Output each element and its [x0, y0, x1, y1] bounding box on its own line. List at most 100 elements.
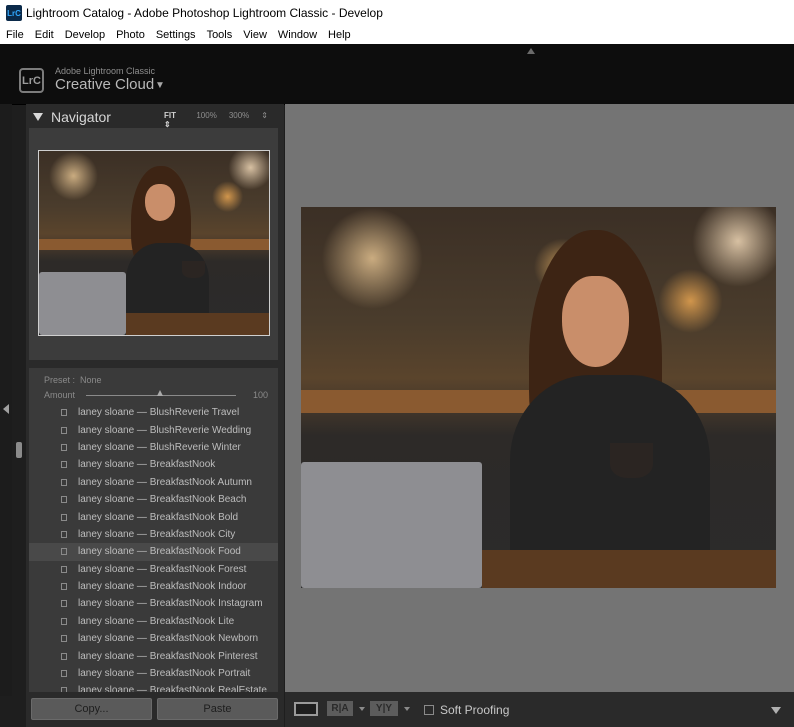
menu-photo[interactable]: Photo	[110, 29, 150, 41]
navigator-photo	[39, 151, 269, 335]
preset-item[interactable]: laney sloane — BreakfastNook Portrait	[29, 665, 278, 682]
lrc-logo: LrC	[19, 68, 44, 93]
toolbar-options-icon[interactable]	[771, 707, 781, 714]
preset-icon	[61, 530, 67, 538]
preset-list: laney sloane — BlushReverie Travel laney …	[29, 404, 278, 692]
menu-edit[interactable]: Edit	[29, 29, 59, 41]
preset-item[interactable]: laney sloane — BreakfastNook Autumn	[29, 474, 278, 491]
preset-icon	[61, 635, 67, 643]
menu-develop[interactable]: Develop	[59, 29, 110, 41]
paste-button[interactable]: Paste	[157, 698, 278, 720]
preset-item-label: laney sloane — BreakfastNook Forest	[78, 563, 247, 575]
copy-button[interactable]: Copy...	[31, 698, 152, 720]
menu-tools[interactable]: Tools	[201, 29, 238, 41]
preset-icon	[61, 687, 67, 692]
preset-item[interactable]: laney sloane — BreakfastNook Forest	[29, 561, 278, 578]
window-title-bar: LrC Lightroom Catalog - Adobe Photoshop …	[0, 0, 794, 26]
preset-item-label: laney sloane — BreakfastNook City	[78, 528, 236, 540]
menu-help[interactable]: Help	[322, 29, 356, 41]
preset-item-label: laney sloane — BlushReverie Wedding	[78, 424, 252, 436]
swap-dropdown-icon[interactable]	[404, 707, 410, 711]
preset-icon	[61, 478, 67, 486]
identity-title[interactable]: Creative Cloud	[55, 76, 154, 93]
preset-icon	[61, 652, 67, 660]
preset-label: Preset :	[44, 375, 76, 385]
preset-item-label: laney sloane — BreakfastNook Beach	[78, 494, 247, 506]
preset-item-label: laney sloane — BreakfastNook Lite	[78, 615, 235, 627]
preset-item-label: laney sloane — BlushReverie Travel	[78, 407, 240, 419]
preset-item-label: laney sloane — BreakfastNook Pinterest	[78, 650, 258, 662]
preset-item[interactable]: laney sloane — BlushReverie Wedding	[29, 421, 278, 438]
lightroom-app-icon: LrC	[6, 5, 22, 21]
menu-file[interactable]: File	[0, 29, 29, 41]
navigator-collapse-icon[interactable]	[33, 113, 43, 121]
preset-icon	[61, 409, 67, 417]
menu-bar: File Edit Develop Photo Settings Tools V…	[0, 26, 794, 44]
preset-item[interactable]: laney sloane — BreakfastNook Newborn	[29, 630, 278, 647]
collapse-top-panel-icon[interactable]	[527, 48, 535, 54]
preset-item[interactable]: laney sloane — BlushReverie Winter	[29, 439, 278, 456]
zoom-300[interactable]: 300%	[229, 111, 249, 129]
preset-icon	[61, 426, 67, 434]
preset-icon	[61, 548, 67, 556]
preset-icon	[61, 617, 67, 625]
preset-value: None	[80, 375, 102, 385]
preset-item-label: laney sloane — BreakfastNook Indoor	[78, 581, 247, 593]
preset-item-label: laney sloane — BreakfastNook RealEstate	[78, 685, 267, 692]
loupe-view-icon[interactable]	[294, 702, 318, 716]
collapse-left-panel-icon[interactable]	[3, 404, 9, 414]
preset-item-label: laney sloane — BreakfastNook Bold	[78, 511, 239, 523]
main-preview-image[interactable]	[301, 207, 776, 588]
before-after-icon[interactable]: R|A	[327, 701, 353, 716]
zoom-stepper[interactable]: ⇕	[261, 111, 268, 129]
preset-icon	[61, 583, 67, 591]
preset-item[interactable]: laney sloane — BreakfastNook	[29, 456, 278, 473]
zoom-100[interactable]: 100%	[196, 111, 216, 129]
identity-subtitle: Adobe Lightroom Classic	[55, 66, 156, 76]
preset-icon	[61, 496, 67, 504]
main-photo	[301, 207, 776, 588]
preset-item-label: laney sloane — BreakfastNook Instagram	[78, 598, 263, 610]
menu-view[interactable]: View	[237, 29, 272, 41]
preset-scrollbar-thumb[interactable]	[16, 442, 22, 458]
menu-settings[interactable]: Settings	[150, 29, 201, 41]
soft-proofing-checkbox[interactable]	[424, 705, 434, 715]
preset-item[interactable]: laney sloane — BreakfastNook Food	[29, 543, 278, 561]
amount-value: 100	[253, 390, 269, 400]
preset-item-label: laney sloane — BreakfastNook Food	[78, 546, 241, 558]
zoom-fit[interactable]: FIT ⇕	[164, 111, 184, 129]
menu-window[interactable]: Window	[272, 29, 322, 41]
preset-item[interactable]: laney sloane — BreakfastNook RealEstate	[29, 682, 278, 692]
preset-icon	[61, 461, 67, 469]
left-panel-edge	[0, 104, 12, 696]
preset-item-label: laney sloane — BreakfastNook Portrait	[78, 668, 251, 680]
preset-item-label: laney sloane — BreakfastNook	[78, 459, 216, 471]
soft-proofing-label[interactable]: Soft Proofing	[440, 703, 509, 717]
preset-icon	[61, 670, 67, 678]
preset-amount-panel: Preset : None Amount 100	[29, 368, 278, 406]
navigator-title: Navigator	[51, 109, 111, 125]
navigator-header[interactable]: Navigator FIT ⇕ 100% 300% ⇕	[30, 107, 280, 129]
amount-slider-knob[interactable]	[157, 390, 163, 396]
identity-dropdown-icon[interactable]: ▼	[155, 80, 165, 91]
before-after-dropdown-icon[interactable]	[359, 707, 365, 711]
preset-item[interactable]: laney sloane — BreakfastNook Bold	[29, 508, 278, 525]
preset-item[interactable]: laney sloane — BreakfastNook Beach	[29, 491, 278, 508]
preset-item-label: laney sloane — BreakfastNook Newborn	[78, 633, 259, 645]
preset-icon	[61, 513, 67, 521]
preset-icon	[61, 443, 67, 451]
preset-item-label: laney sloane — BlushReverie Winter	[78, 441, 241, 453]
before-after-swap-icon[interactable]: Y|Y	[370, 701, 398, 716]
preset-item[interactable]: laney sloane — BlushReverie Travel	[29, 404, 278, 421]
preset-item[interactable]: laney sloane — BreakfastNook Instagram	[29, 595, 278, 612]
preset-item[interactable]: laney sloane — BreakfastNook Indoor	[29, 578, 278, 595]
preset-item[interactable]: laney sloane — BreakfastNook City	[29, 526, 278, 543]
navigator-preview-image[interactable]	[38, 150, 270, 336]
preset-icon	[61, 600, 67, 608]
preset-icon	[61, 565, 67, 573]
preset-item[interactable]: laney sloane — BreakfastNook Lite	[29, 613, 278, 630]
preset-item[interactable]: laney sloane — BreakfastNook Pinterest	[29, 647, 278, 664]
preset-item-label: laney sloane — BreakfastNook Autumn	[78, 476, 252, 488]
amount-label: Amount	[44, 390, 76, 400]
navigator-zoom-options: FIT ⇕ 100% 300% ⇕	[164, 111, 280, 129]
